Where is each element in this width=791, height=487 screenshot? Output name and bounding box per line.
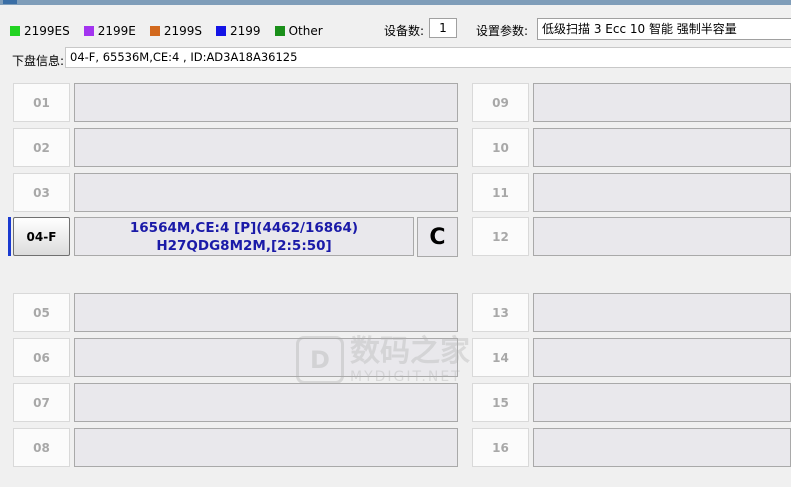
watermark: D 数码之家 MYDIGIT.NET: [296, 335, 470, 385]
slot-button-02[interactable]: 02: [13, 128, 70, 167]
legend-item-2199: 2199: [216, 24, 261, 38]
slot-button-15[interactable]: 15: [472, 383, 529, 422]
disk-info-field: 04-F, 65536M,CE:4 , ID:AD3A18A36125: [65, 47, 791, 68]
legend-label: 2199E: [97, 24, 136, 38]
slot-button-11[interactable]: 11: [472, 173, 529, 212]
slot-panel-16: [533, 428, 791, 467]
slot-panel-09: [533, 83, 791, 122]
slot-panel-11: [533, 173, 791, 212]
slot-panel-08: [74, 428, 458, 467]
slot-grade-04: C: [417, 217, 458, 257]
legend-label: 2199ES: [24, 24, 70, 38]
slot-panel-07: [74, 383, 458, 422]
legend-swatch: [10, 26, 20, 36]
slot-panel-15: [533, 383, 791, 422]
slot-panel-02: [74, 128, 458, 167]
legend-item-2199es: 2199ES: [10, 24, 70, 38]
slot-button-08[interactable]: 08: [13, 428, 70, 467]
legend-label: 2199: [230, 24, 261, 38]
legend-swatch: [216, 26, 227, 36]
title-bar: [0, 0, 791, 5]
slot-button-06[interactable]: 06: [13, 338, 70, 377]
slot-panel-12: [533, 217, 791, 256]
watermark-text: 数码之家 MYDIGIT.NET: [350, 334, 470, 386]
slot-panel-05: [74, 293, 458, 332]
legend-swatch: [149, 26, 160, 36]
slot-button-05[interactable]: 05: [13, 293, 70, 332]
slot-button-14[interactable]: 14: [472, 338, 529, 377]
watermark-cn-text: 数码之家: [350, 334, 470, 369]
legend-item-other: Other: [274, 24, 323, 38]
slot-panel-10: [533, 128, 791, 167]
legend-swatch: [83, 26, 94, 36]
legend-swatch: [274, 26, 285, 36]
app-icon: [3, 0, 17, 4]
watermark-en-text: MYDIGIT.NET: [350, 369, 462, 385]
slot-button-10[interactable]: 10: [472, 128, 529, 167]
slot-button-01[interactable]: 01: [13, 83, 70, 122]
device-count-field[interactable]: 1: [429, 18, 457, 38]
slot-button-12[interactable]: 12: [472, 217, 529, 256]
chip-type-legend: 2199ES 2199E 2199S 2199 Other: [10, 22, 337, 40]
legend-item-2199e: 2199E: [83, 24, 136, 38]
settings-field[interactable]: 低级扫描 3 Ecc 10 智能 强制半容量: [537, 18, 791, 40]
slot-panel-13: [533, 293, 791, 332]
disk-info-label: 下盘信息:: [12, 54, 65, 68]
slot-panel-04: 16564M,CE:4 [P](4462/16864) H27QDG8M2M,[…: [74, 217, 414, 256]
active-slot-indicator: [8, 217, 11, 256]
slot-panel-14: [533, 338, 791, 377]
settings-label: 设置参数:: [476, 24, 529, 38]
slot-button-07[interactable]: 07: [13, 383, 70, 422]
slot-button-04[interactable]: 04-F: [13, 217, 70, 256]
slot-button-13[interactable]: 13: [472, 293, 529, 332]
legend-label: Other: [288, 24, 323, 38]
slot-button-03[interactable]: 03: [13, 173, 70, 212]
slot-chip-model: H27QDG8M2M,[2:5:50]: [156, 237, 332, 254]
device-count-label: 设备数:: [384, 24, 425, 38]
legend-label: 2199S: [163, 24, 203, 38]
slot-panel-03: [74, 173, 458, 212]
slot-button-09[interactable]: 09: [472, 83, 529, 122]
legend-item-2199s: 2199S: [149, 24, 203, 38]
slot-capacity-info: 16564M,CE:4 [P](4462/16864): [129, 219, 359, 236]
watermark-logo-icon: D: [296, 336, 344, 384]
slot-panel-01: [74, 83, 458, 122]
slot-button-16[interactable]: 16: [472, 428, 529, 467]
